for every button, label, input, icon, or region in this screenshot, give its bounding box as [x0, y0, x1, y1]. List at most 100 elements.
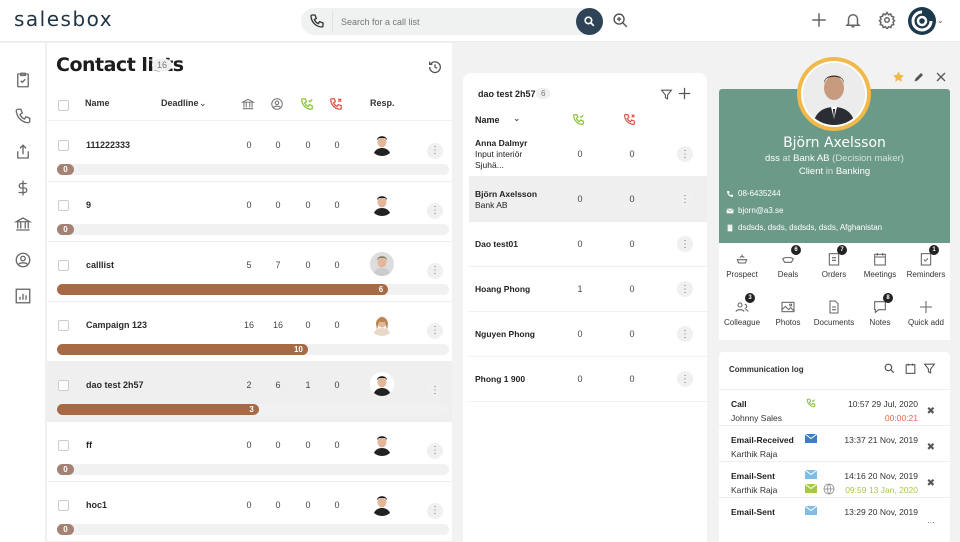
- list-row[interactable]: 9 0 0 0 0 ⋮ 0: [47, 182, 452, 242]
- contact-phone[interactable]: 08-6435244: [738, 189, 781, 198]
- action-reminders[interactable]: 1 Reminders: [903, 245, 949, 279]
- more-options-button[interactable]: ⋮: [677, 236, 693, 252]
- history-icon[interactable]: [427, 59, 443, 75]
- filter-icon[interactable]: [660, 88, 673, 101]
- communication-log-entry[interactable]: Email-Sent 13:29 20 Nov, 2019…: [719, 497, 950, 533]
- action-deals[interactable]: 6 Deals: [765, 245, 811, 279]
- action-documents[interactable]: Documents: [811, 299, 857, 327]
- more-options-button[interactable]: ⋮: [427, 203, 443, 219]
- contact-email-row[interactable]: bjorn@a3.se: [726, 206, 783, 215]
- contact-row[interactable]: Björn Axelsson Bank AB 0 0 ⋮: [469, 177, 707, 222]
- edit-pencil-icon[interactable]: [913, 71, 925, 83]
- zoom-in-icon[interactable]: [612, 12, 629, 29]
- contact-icon[interactable]: [14, 251, 32, 269]
- search-input[interactable]: [341, 11, 571, 32]
- responsible-avatar[interactable]: [370, 432, 394, 456]
- account-avatar[interactable]: [908, 7, 936, 35]
- list-name[interactable]: calllist: [86, 260, 114, 270]
- more-options-button[interactable]: ⋮: [427, 263, 443, 279]
- favorite-star-icon[interactable]: [892, 70, 905, 83]
- list-name[interactable]: 111222333: [86, 140, 130, 150]
- contact-name[interactable]: Björn Axelsson: [475, 189, 537, 200]
- action-prospect[interactable]: Prospect: [719, 251, 765, 279]
- list-name[interactable]: Campaign 123: [86, 320, 147, 330]
- communication-log-entry[interactable]: Email-Received Karthik Raja 13:37 21 Nov, …: [719, 425, 950, 461]
- chevron-down-icon[interactable]: ⌄: [937, 16, 944, 25]
- responsible-avatar[interactable]: [370, 132, 394, 156]
- list-name[interactable]: hoc1: [86, 500, 107, 510]
- communication-log-entry[interactable]: Call Johnny Sales 10:57 29 Jul, 2020 00:00:…: [719, 389, 950, 425]
- chevron-down-icon[interactable]: ⌄: [513, 113, 521, 124]
- search-button[interactable]: [576, 8, 603, 35]
- more-options-button[interactable]: ⋮: [427, 503, 443, 519]
- filter-icon[interactable]: [923, 362, 936, 375]
- phone-icon[interactable]: [309, 13, 325, 29]
- action-notes[interactable]: 8 Notes: [857, 293, 903, 327]
- contact-name[interactable]: Dao test01: [475, 239, 518, 250]
- action-colleague[interactable]: 3 Colleague: [719, 293, 765, 327]
- more-icon[interactable]: …: [927, 516, 935, 525]
- remove-icon[interactable]: ✖: [927, 478, 935, 489]
- contact-row[interactable]: Anna Dalmyr Input interiör Sjuhä... 0 0 ⋮: [469, 132, 707, 177]
- log-person[interactable]: Johnny Sales: [731, 413, 782, 423]
- responsible-avatar[interactable]: [370, 492, 394, 516]
- more-options-button[interactable]: ⋮: [427, 143, 443, 159]
- more-options-button[interactable]: ⋮: [677, 326, 693, 342]
- list-row[interactable]: hoc1 0 0 0 0 ⋮ 0: [47, 482, 452, 542]
- contact-company[interactable]: Bank AB: [793, 153, 829, 164]
- upload-icon[interactable]: [14, 143, 32, 161]
- remove-icon[interactable]: ✖: [927, 442, 935, 453]
- contact-email[interactable]: bjorn@a3.se: [738, 206, 783, 215]
- app-logo[interactable]: salesbox: [14, 7, 113, 31]
- chevron-down-icon[interactable]: ⌄: [199, 98, 207, 109]
- row-checkbox[interactable]: [58, 440, 69, 451]
- action-meetings[interactable]: Meetings: [857, 251, 903, 279]
- communication-log-entry[interactable]: Email-Sent Karthik Raja 14:16 20 Nov, 201…: [719, 461, 950, 497]
- row-checkbox[interactable]: [58, 500, 69, 511]
- list-name[interactable]: 9: [86, 200, 91, 210]
- row-checkbox[interactable]: [58, 320, 69, 331]
- contact-name[interactable]: Hoang Phong: [475, 284, 530, 295]
- more-options-button[interactable]: ⋮: [677, 281, 693, 297]
- log-person[interactable]: Karthik Raja: [731, 449, 777, 459]
- list-name[interactable]: ff: [86, 440, 92, 450]
- responsible-avatar[interactable]: [370, 252, 394, 276]
- contact-name[interactable]: Nguyen Phong: [475, 329, 535, 340]
- row-checkbox[interactable]: [58, 140, 69, 151]
- action-orders[interactable]: 7 Orders: [811, 245, 857, 279]
- list-name[interactable]: dao test 2h57: [86, 380, 144, 390]
- log-person[interactable]: Karthik Raja: [731, 485, 777, 495]
- row-checkbox[interactable]: [58, 200, 69, 211]
- contact-row[interactable]: Hoang Phong 1 0 ⋮: [469, 267, 707, 312]
- list-row[interactable]: 111222333 0 0 0 0 ⋮ 0: [47, 122, 452, 182]
- list-row[interactable]: Campaign 123 16 16 0 0 ⋮ 10: [47, 302, 452, 362]
- dollar-icon[interactable]: [14, 179, 32, 197]
- more-options-button[interactable]: ⋮: [677, 371, 693, 387]
- close-icon[interactable]: [935, 71, 947, 83]
- bank-icon[interactable]: [14, 215, 32, 233]
- row-checkbox[interactable]: [58, 260, 69, 271]
- more-options-button[interactable]: ⋮: [677, 146, 693, 162]
- responsible-avatar[interactable]: [370, 192, 394, 216]
- list-row[interactable]: calllist 5 7 0 0 ⋮ 6: [47, 242, 452, 302]
- contact-row[interactable]: Dao test01 0 0 ⋮: [469, 222, 707, 267]
- list-row[interactable]: dao test 2h57 2 6 1 0 ⋮ 3: [47, 362, 452, 422]
- more-options-button[interactable]: ⋮: [427, 383, 443, 399]
- more-options-button[interactable]: ⋮: [677, 191, 693, 207]
- plus-icon[interactable]: [810, 11, 828, 29]
- contact-row[interactable]: Phong 1 900 0 0 ⋮: [469, 357, 707, 402]
- calendar-icon[interactable]: [904, 362, 917, 375]
- search-icon[interactable]: [883, 362, 896, 375]
- contact-phone-row[interactable]: 08-6435244: [726, 189, 781, 198]
- more-options-button[interactable]: ⋮: [427, 323, 443, 339]
- row-checkbox[interactable]: [58, 380, 69, 391]
- list-row[interactable]: ff 0 0 0 0 ⋮ 0: [47, 422, 452, 482]
- contact-name[interactable]: Phong 1 900: [475, 374, 525, 385]
- responsible-avatar[interactable]: [370, 372, 394, 396]
- bell-icon[interactable]: [844, 11, 862, 29]
- remove-icon[interactable]: ✖: [927, 406, 935, 417]
- contact-row[interactable]: Nguyen Phong 0 0 ⋮: [469, 312, 707, 357]
- column-name[interactable]: Name: [85, 98, 110, 108]
- contact-name[interactable]: Anna Dalmyr: [475, 138, 527, 149]
- contact-photo[interactable]: [797, 57, 871, 131]
